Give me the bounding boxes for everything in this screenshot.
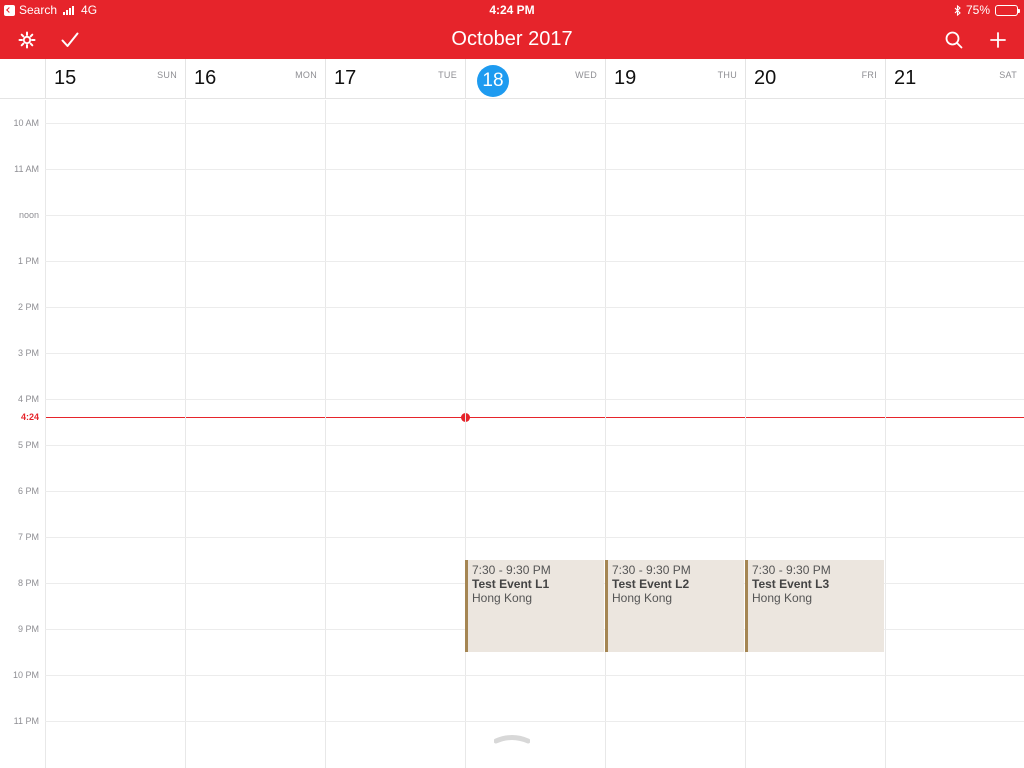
hour-gridline	[45, 537, 1024, 538]
day-column-divider	[465, 100, 466, 768]
event-location: Hong Kong	[612, 591, 673, 605]
hour-label: 6 PM	[17, 486, 39, 496]
current-time-line	[45, 417, 1024, 419]
hour-label: 10 AM	[13, 118, 39, 128]
day-header-sun[interactable]: 15 SUN	[45, 59, 185, 99]
hour-label: 4 PM	[17, 394, 39, 404]
hour-gridline	[45, 445, 1024, 446]
day-header-wed[interactable]: 18 WED	[465, 59, 605, 99]
day-number: 20	[754, 67, 777, 89]
day-column-divider	[185, 100, 186, 768]
drawer-handle[interactable]	[494, 734, 530, 744]
week-time-grid[interactable]: 4:24 10 AM 11 AM noon 1 PM 2 PM 3 PM 4 PM 5 PM 6…	[0, 100, 1024, 768]
day-number: 16	[194, 67, 217, 89]
month-title[interactable]: October 2017	[0, 28, 1024, 51]
day-column-divider	[885, 100, 886, 768]
weekday-label: TUE	[438, 70, 457, 80]
day-number: 19	[614, 67, 637, 89]
today-date-badge: 18	[477, 65, 509, 97]
event-location: Hong Kong	[472, 591, 533, 605]
day-header-sat[interactable]: 21 SAT	[885, 59, 1024, 99]
hour-gridline	[45, 399, 1024, 400]
search-icon	[945, 31, 963, 48]
day-column-divider	[45, 100, 46, 768]
event-title: Test Event L1	[472, 577, 550, 591]
weekday-label: THU	[717, 70, 737, 80]
day-number: 21	[894, 67, 917, 89]
nav-bar: October 2017	[0, 20, 1024, 59]
bluetooth-icon	[954, 4, 961, 16]
hour-label: 2 PM	[17, 302, 39, 312]
day-header-thu[interactable]: 19 THU	[605, 59, 745, 99]
hour-gridline	[45, 491, 1024, 492]
status-right: 75%	[954, 3, 1020, 17]
battery-icon	[995, 4, 1020, 16]
hour-label: 3 PM	[17, 348, 39, 358]
event-location: Hong Kong	[752, 591, 813, 605]
hour-label: 5 PM	[17, 440, 39, 450]
hour-label: 8 PM	[17, 578, 39, 588]
hour-gridline	[45, 215, 1024, 216]
day-number: 17	[334, 67, 357, 89]
weekday-label: SUN	[157, 70, 177, 80]
hour-label: 11 AM	[14, 164, 39, 174]
battery-percent: 75%	[965, 3, 990, 17]
hour-gridline	[45, 307, 1024, 308]
week-day-header: 15 SUN 16 MON 17 TUE 18 WED 19 THU 20 FRI 21 SAT	[0, 59, 1024, 99]
plus-icon	[990, 31, 1006, 48]
hour-label: 9 PM	[17, 624, 39, 634]
calendar-event[interactable]: 7:30 - 9:30 PM Test Event L2 Hong Kong	[605, 560, 744, 652]
day-column-divider	[745, 100, 746, 768]
hour-label: 11 PM	[13, 716, 39, 726]
event-title: Test Event L2	[612, 577, 690, 591]
hour-label: 10 PM	[12, 670, 39, 680]
hour-gridline	[45, 261, 1024, 262]
add-event-button[interactable]	[978, 20, 1018, 59]
event-title: Test Event L3	[752, 577, 830, 591]
calendar-event[interactable]: 7:30 - 9:30 PM Test Event L3 Hong Kong	[745, 560, 884, 652]
event-time: 7:30 - 9:30 PM	[612, 563, 691, 577]
day-header-tue[interactable]: 17 TUE	[325, 59, 465, 99]
calendar-event[interactable]: 7:30 - 9:30 PM Test Event L1 Hong Kong	[465, 560, 604, 652]
hour-gridline	[45, 123, 1024, 124]
weekday-label: MON	[295, 70, 317, 80]
current-time-label: 4:24	[20, 412, 39, 423]
hour-gridline	[45, 169, 1024, 170]
day-column-divider	[605, 100, 606, 768]
hour-gridline	[45, 353, 1024, 354]
day-header-fri[interactable]: 20 FRI	[745, 59, 885, 99]
status-bar: Search 4G 4:24 PM 75%	[0, 0, 1024, 20]
hour-gridline	[45, 721, 1024, 722]
hour-label: noon	[18, 210, 39, 220]
event-time: 7:30 - 9:30 PM	[752, 563, 831, 577]
day-number: 15	[54, 67, 77, 89]
status-time: 4:24 PM	[489, 3, 535, 17]
weekday-label: SAT	[999, 70, 1017, 80]
event-time: 7:30 - 9:30 PM	[472, 563, 551, 577]
weekday-label: FRI	[861, 70, 877, 80]
day-header-mon[interactable]: 16 MON	[185, 59, 325, 99]
day-column-divider	[325, 100, 326, 768]
hour-gridline	[45, 675, 1024, 676]
hour-label: 7 PM	[17, 532, 39, 542]
weekday-label: WED	[575, 70, 597, 80]
search-button[interactable]	[934, 20, 974, 59]
hour-label: 1 PM	[17, 256, 39, 266]
